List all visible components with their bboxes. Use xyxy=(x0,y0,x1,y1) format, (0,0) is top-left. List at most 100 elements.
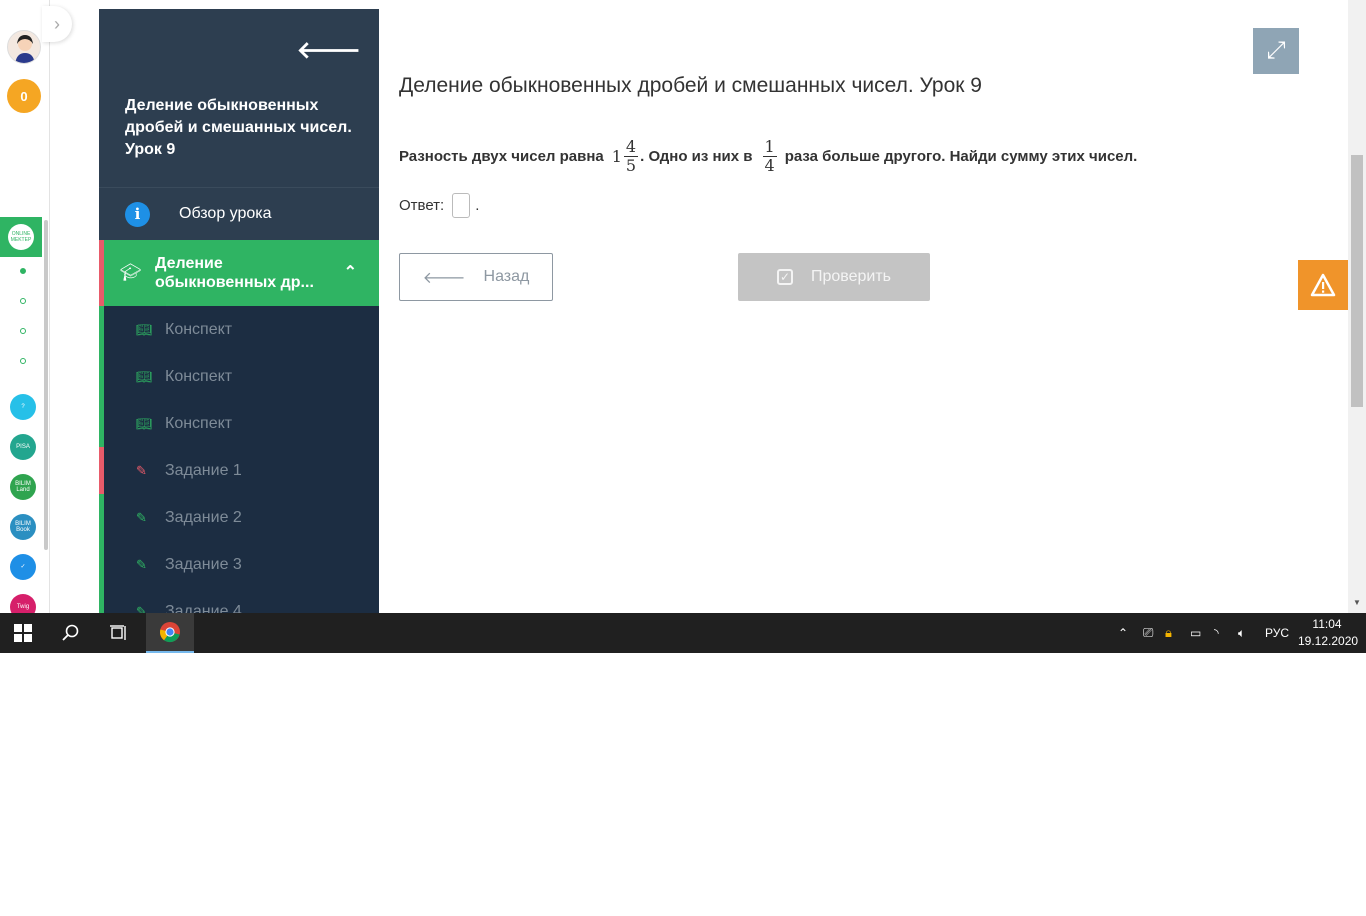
volume-icon[interactable]: 🔈︎ xyxy=(1238,613,1245,653)
lock-icon[interactable]: 🔒︎ xyxy=(1165,613,1172,653)
sidebar-item-task[interactable]: ✎ Задание 4 xyxy=(99,588,379,613)
rail-app-icon[interactable]: ? xyxy=(10,394,36,420)
sidebar-item-label: Задание 3 xyxy=(165,555,242,573)
chevron-up-icon[interactable]: ⌃ xyxy=(344,262,357,282)
answer-suffix: . xyxy=(475,197,480,214)
question-part: Разность двух чисел равна xyxy=(399,148,604,165)
taskbar-chrome[interactable] xyxy=(146,613,194,653)
sidebar-item-label: Конспект xyxy=(165,414,233,432)
question-text: Разность двух чисел равна 1 4 5 . Одно и… xyxy=(399,138,1137,175)
rail-step-dot[interactable] xyxy=(20,298,26,304)
page-title: Деление обыкновенных дробей и смешанных … xyxy=(399,74,982,97)
mixed-number-whole: 1 xyxy=(611,147,622,166)
sidebar-item-task[interactable]: ✎ Задание 2 xyxy=(99,494,379,541)
rail-step-dot[interactable] xyxy=(20,328,26,334)
sidebar-item-label: Обзор урока xyxy=(179,205,272,222)
book-icon: 📖︎ xyxy=(136,368,153,384)
check-button-label: Проверить xyxy=(810,268,891,285)
sidebar-section-label: Деление обыкновенных др... xyxy=(155,255,314,291)
coin-counter[interactable]: 0 xyxy=(7,79,41,113)
edit-icon: ✎ xyxy=(136,462,147,478)
graduation-cap-icon: 🎓︎ xyxy=(120,263,142,282)
edit-icon: ✎ xyxy=(136,603,147,614)
screen: › 0 ONLINE MEKTEP ? PISA BILIM Land BILIM B… xyxy=(0,0,1366,916)
expand-icon: ⤢ xyxy=(1266,37,1286,64)
sidebar-item-task[interactable]: ✎ Задание 1 xyxy=(99,447,379,494)
arrow-left-icon[interactable]: 🡐 xyxy=(297,35,361,65)
avatar[interactable] xyxy=(7,30,41,64)
back-button-label: Назад xyxy=(483,268,530,285)
fraction-denominator: 5 xyxy=(625,156,637,175)
answer-label: Ответ: xyxy=(399,197,445,214)
lesson-title: Деление обыкновенных дробей и смешанных … xyxy=(125,97,352,158)
page-scrollbar[interactable]: ▼ xyxy=(1348,0,1366,613)
clock[interactable]: 11:04 19.12.2020 xyxy=(1298,616,1359,650)
scrollbar-thumb[interactable] xyxy=(1351,155,1363,407)
warning-icon xyxy=(1310,273,1336,297)
sidebar-item-overview[interactable]: i Обзор урока xyxy=(99,187,379,240)
rail-app-icon[interactable]: PISA xyxy=(10,434,36,460)
sidebar-item-label: Задание 2 xyxy=(165,508,242,526)
expand-rail-button[interactable]: › xyxy=(42,6,72,42)
info-icon: i xyxy=(125,201,150,227)
chevron-right-icon: › xyxy=(54,13,60,34)
fullscreen-button[interactable]: ⤢ xyxy=(1253,28,1299,74)
task-view-button[interactable] xyxy=(96,613,142,653)
answer-input[interactable] xyxy=(452,193,471,218)
rail-step-dot[interactable] xyxy=(20,268,26,274)
fraction: 1 4 xyxy=(762,138,777,175)
chrome-icon xyxy=(160,622,180,643)
rail-app-icon[interactable]: BILIM Land xyxy=(10,474,36,500)
clock-time: 11:04 xyxy=(1312,617,1342,631)
mixed-number-fraction: 4 5 xyxy=(623,137,639,175)
start-button[interactable] xyxy=(0,613,46,653)
checkbox-icon: ✓ xyxy=(776,269,793,285)
language-indicator[interactable]: РУС xyxy=(1265,613,1289,653)
lesson-sidebar: 🡐 Деление обыкновенных дробей и смешанны… xyxy=(99,9,379,613)
scroll-down-icon[interactable]: ▼ xyxy=(1353,598,1361,607)
wifi-icon[interactable]: ◝ xyxy=(1214,613,1219,653)
book-icon: 📖︎ xyxy=(136,321,153,337)
sidebar-item-summary[interactable]: 📖︎ Конспект xyxy=(99,400,379,447)
arrow-left-icon: 🡐 xyxy=(422,269,466,287)
search-button[interactable] xyxy=(48,613,94,653)
sidebar-item-task[interactable]: ✎ Задание 3 xyxy=(99,541,379,588)
battery-icon[interactable]: ▭ xyxy=(1190,613,1201,653)
check-button[interactable]: ✓ Проверить xyxy=(738,253,930,301)
clock-date: 19.12.2020 xyxy=(1298,634,1359,648)
book-icon: 📖︎ xyxy=(136,415,153,431)
sidebar-section-lesson[interactable]: 🎓︎ Деление обыкновенных др... ⌃ xyxy=(99,240,379,306)
rail-app-icon[interactable]: BILIM Book xyxy=(10,514,36,540)
sidebar-item-summary[interactable]: 📖︎ Конспект xyxy=(99,353,379,400)
question-part: . Одно из них в xyxy=(640,148,753,165)
taskbar: ⌃ ⎚ 🔒︎ ▭ ◝ 🔈︎ РУС 11:04 19.12.2020 xyxy=(0,613,1366,653)
rail-step-dot[interactable] xyxy=(20,358,26,364)
task-view-icon xyxy=(110,625,126,640)
answer-row: Ответ: . xyxy=(399,193,479,218)
sidebar-item-summary[interactable]: 📖︎ Конспект xyxy=(99,306,379,353)
sidebar-header: 🡐 Деление обыкновенных дробей и смешанны… xyxy=(99,9,379,187)
back-button[interactable]: 🡐 Назад xyxy=(399,253,553,301)
sidebar-item-label: Конспект xyxy=(165,320,233,338)
windows-icon xyxy=(14,624,32,642)
sidebar-item-label: Задание 1 xyxy=(165,461,242,479)
sidebar-item-label: Конспект xyxy=(165,367,233,385)
left-rail: › 0 ONLINE MEKTEP ? PISA BILIM Land BILIM B… xyxy=(0,0,72,620)
rail-app-icon[interactable]: ✓ xyxy=(10,554,36,580)
edit-icon: ✎ xyxy=(136,556,147,572)
rail-app-online-mektep[interactable]: ONLINE MEKTEP xyxy=(0,217,42,257)
tray-chevron-up-icon[interactable]: ⌃ xyxy=(1118,613,1128,653)
rail-scrollbar[interactable] xyxy=(44,220,48,550)
fraction-denominator: 4 xyxy=(764,156,775,175)
sidebar-items: 📖︎ Конспект 📖︎ Конспект 📖︎ Конспект ✎ Задание 1… xyxy=(99,306,379,613)
fraction-numerator: 4 xyxy=(623,137,639,157)
report-problem-button[interactable] xyxy=(1298,260,1348,310)
edit-icon: ✎ xyxy=(136,509,147,525)
search-icon xyxy=(62,624,79,641)
sidebar-item-label: Задание 4 xyxy=(165,602,242,614)
main-content: Деление обыкновенных дробей и смешанных … xyxy=(379,0,1299,613)
online-mektep-logo-icon: ONLINE MEKTEP xyxy=(8,224,34,250)
tray-app-icon[interactable]: ⎚ xyxy=(1143,613,1153,653)
avatar-icon xyxy=(15,35,35,63)
question-part: раза больше другого. Найди сумму этих чи… xyxy=(784,148,1138,165)
